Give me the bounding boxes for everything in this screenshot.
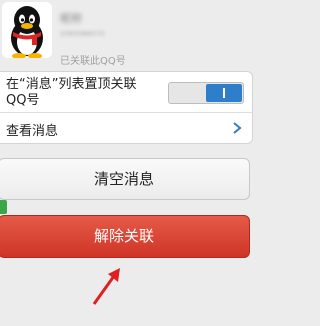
clear-messages-button[interactable]: 清空消息 (0, 158, 250, 200)
pin-setting-row: 在“消息”列表置顶关联QQ号 (0, 72, 253, 113)
qq-penguin-icon (2, 2, 52, 58)
unlink-button[interactable]: 解除关联 (0, 215, 250, 258)
view-messages-row[interactable]: 查看消息 (0, 113, 253, 143)
pin-toggle[interactable] (168, 82, 244, 104)
account-header: 昵称 2065066070 已关联此QQ号 (0, 0, 253, 67)
decorative-marker (0, 200, 7, 214)
account-name: 昵称 (60, 12, 82, 25)
qq-number: 2065066070 (60, 30, 105, 38)
pin-setting-label: 在“消息”列表置顶关联QQ号 (6, 77, 137, 108)
linked-status: 已关联此QQ号 (60, 56, 126, 67)
arrow-annotation-icon (92, 268, 120, 305)
view-messages-label: 查看消息 (6, 124, 59, 139)
toggle-knob (206, 84, 242, 102)
settings-card: 在“消息”列表置顶关联QQ号 查看消息 (0, 71, 253, 144)
chevron-right-icon (233, 122, 242, 134)
avatar[interactable] (2, 2, 52, 58)
